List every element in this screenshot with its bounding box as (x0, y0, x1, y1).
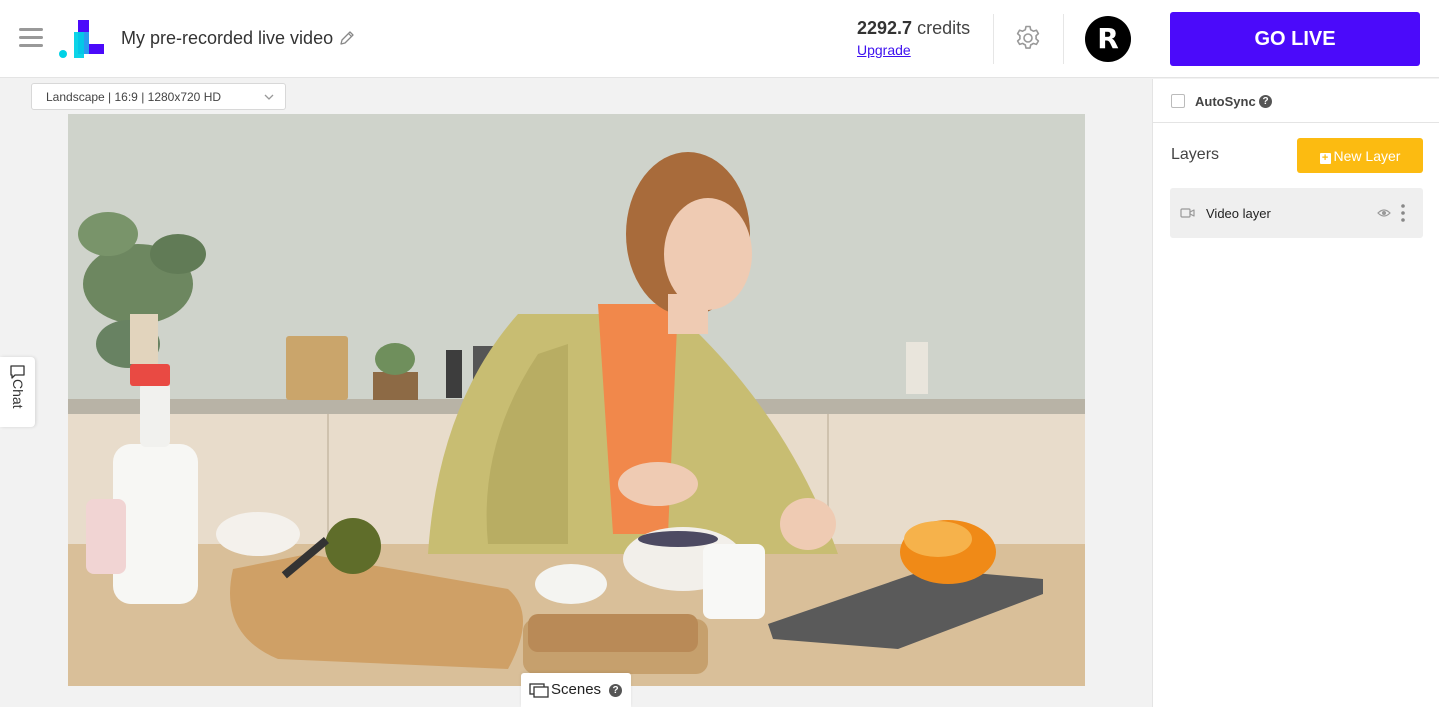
layers-title: Layers (1171, 146, 1220, 163)
scenes-icon (529, 683, 549, 698)
video-preview[interactable] (68, 114, 1085, 686)
app-logo[interactable] (58, 18, 110, 60)
user-avatar[interactable]: R (1085, 16, 1131, 62)
layer-name: Video layer (1206, 206, 1271, 221)
format-selected-value: Landscape | 16:9 | 1280x720 HD (46, 90, 222, 104)
gear-icon[interactable] (1014, 24, 1042, 52)
canvas-area: Landscape | 16:9 | 1280x720 HD Scenes ? (0, 79, 1152, 707)
new-layer-button[interactable]: + New Layer (1297, 138, 1423, 173)
autosync-row: AutoSync ? (1153, 79, 1439, 123)
autosync-checkbox[interactable] (1171, 94, 1185, 108)
video-camera-icon (1180, 208, 1195, 218)
scenes-label: Scenes (551, 681, 602, 698)
format-dropdown[interactable]: Landscape | 16:9 | 1280x720 HD (31, 83, 286, 110)
scenes-tab[interactable]: Scenes ? (521, 673, 631, 707)
help-icon[interactable]: ? (1259, 95, 1272, 108)
layer-item[interactable]: Video layer (1170, 188, 1423, 238)
project-title[interactable]: My pre-recorded live video (121, 28, 333, 49)
chat-label: Chat (10, 379, 26, 409)
chat-bubble-icon (10, 365, 25, 379)
eye-icon[interactable] (1377, 207, 1391, 219)
plus-icon: + (1319, 152, 1331, 164)
credits-value: 2292.7 (857, 18, 913, 38)
new-layer-label: New Layer (1333, 147, 1401, 164)
help-icon[interactable]: ? (609, 684, 622, 697)
top-bar: My pre-recorded live video 2292.7 credit… (0, 0, 1439, 78)
menu-icon[interactable] (19, 28, 43, 48)
credits-unit: credits (917, 18, 971, 38)
more-vertical-icon[interactable] (1398, 203, 1408, 223)
credits-text: 2292.7 credits (857, 18, 970, 39)
upgrade-link[interactable]: Upgrade (857, 42, 970, 58)
right-panel: AutoSync ? Layers + New Layer Video layer (1152, 79, 1439, 707)
credits-display: 2292.7 credits Upgrade (857, 18, 970, 58)
pencil-icon[interactable] (339, 30, 355, 46)
autosync-label: AutoSync (1195, 94, 1256, 109)
divider (993, 14, 994, 64)
chat-tab[interactable]: Chat (0, 357, 35, 427)
chevron-down-icon (264, 94, 274, 100)
go-live-button[interactable]: GO LIVE (1170, 12, 1420, 66)
divider (1063, 14, 1064, 64)
